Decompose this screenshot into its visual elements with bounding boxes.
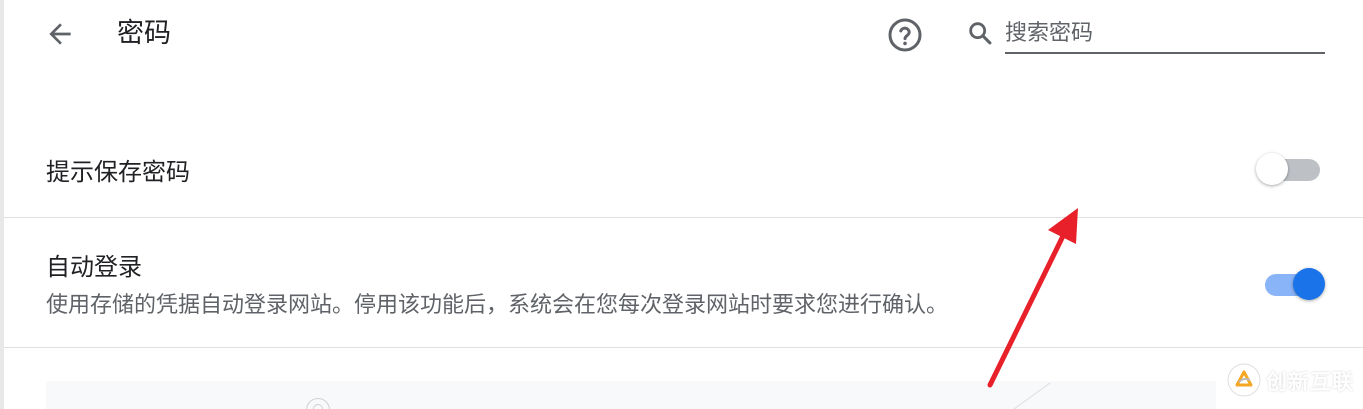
help-circle-icon: [888, 18, 922, 52]
help-button[interactable]: [883, 13, 927, 57]
empty-state-icon-inner: [313, 404, 323, 409]
arrow-left-icon: [49, 23, 71, 45]
auto-sign-in-description: 使用存储的凭据自动登录网站。停用该功能后，系统会在您每次登录网站时要求您进行确认…: [46, 293, 949, 318]
offer-to-save-title: 提示保存密码: [46, 158, 190, 186]
decorative-line: [1013, 382, 1051, 409]
offer-to-save-toggle[interactable]: [1256, 151, 1320, 187]
auto-sign-in-toggle[interactable]: [1259, 266, 1325, 302]
watermark-text: 创新互联: [1266, 370, 1354, 394]
toggle-knob: [1256, 153, 1288, 185]
row-divider: [4, 347, 1363, 348]
back-button[interactable]: [38, 14, 82, 54]
passwords-settings-page: 密码 提示保存密码 自动登录 使用存储的凭据自动登录网站。停用该功能后，系统会在…: [0, 0, 1363, 409]
toggle-knob: [1293, 268, 1325, 300]
search-icon: [969, 22, 992, 45]
page-title: 密码: [117, 18, 171, 49]
row-divider: [4, 217, 1363, 218]
watermark-logo-icon: [1227, 363, 1261, 397]
search-passwords-input[interactable]: [1005, 14, 1325, 54]
auto-sign-in-title: 自动登录: [46, 253, 142, 281]
